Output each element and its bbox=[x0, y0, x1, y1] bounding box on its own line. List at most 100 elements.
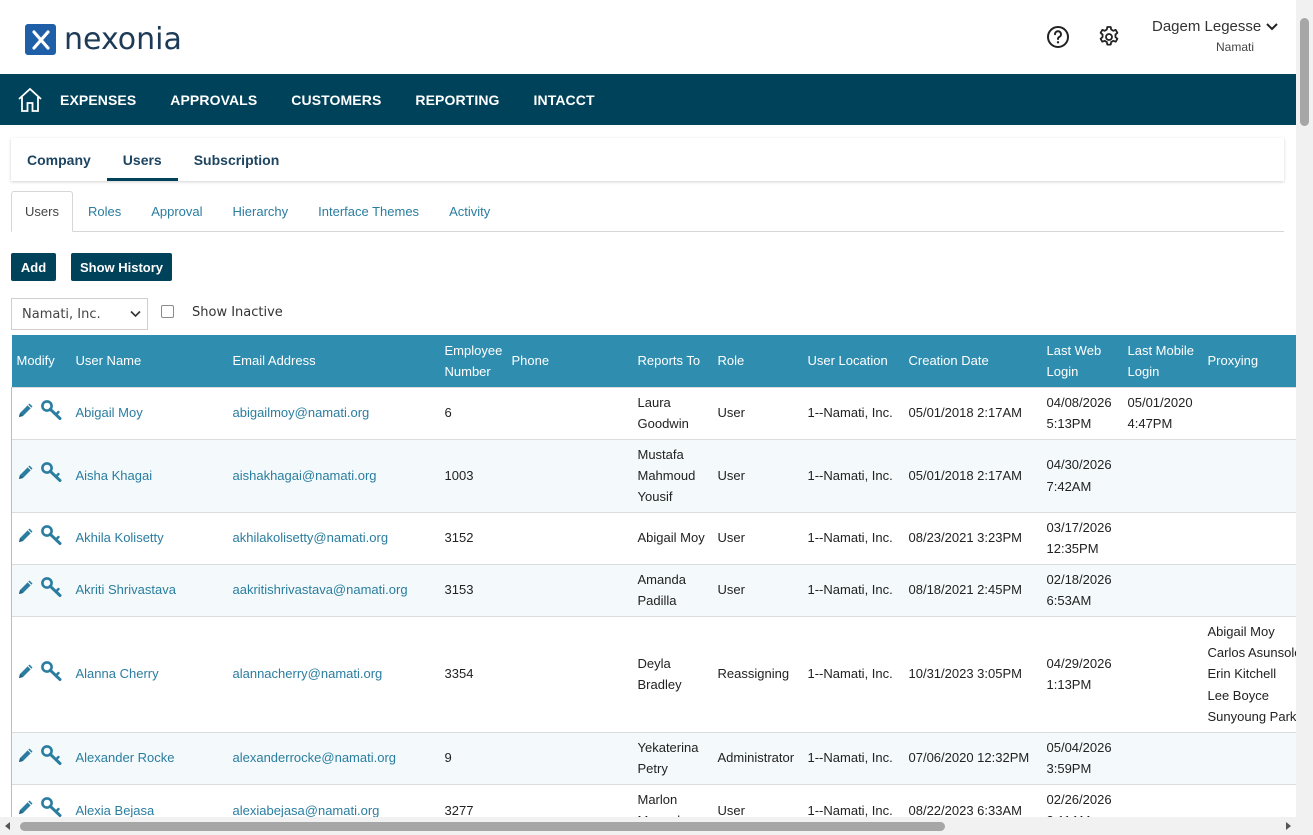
user-name-link[interactable]: Akhila Kolisetty bbox=[70, 511, 228, 564]
col-proxying[interactable]: Proxying bbox=[1203, 335, 1297, 387]
col-last-mobile-login[interactable]: Last Mobile Login bbox=[1123, 335, 1203, 387]
nav-customers[interactable]: CUSTOMERS bbox=[291, 92, 381, 108]
user-name-link[interactable]: Abigail Moy bbox=[70, 386, 228, 439]
col-user-location[interactable]: User Location bbox=[803, 335, 904, 387]
scroll-left-arrow-icon[interactable] bbox=[4, 822, 12, 830]
edit-pencil-icon[interactable] bbox=[17, 526, 35, 550]
last-mobile-login bbox=[1122, 615, 1203, 732]
edit-pencil-icon[interactable] bbox=[17, 578, 35, 602]
subtab-activity[interactable]: Activity bbox=[434, 191, 505, 231]
edit-pencil-icon[interactable] bbox=[17, 401, 35, 425]
col-role[interactable]: Role bbox=[713, 335, 803, 387]
nexonia-logo[interactable]: nexonia bbox=[25, 22, 182, 57]
user-name-link[interactable]: Alexia Bejasa bbox=[70, 783, 228, 817]
email-link[interactable]: akhilakolisetty@namati.org bbox=[227, 511, 440, 564]
user-name-link[interactable]: Alexander Rocke bbox=[70, 731, 228, 784]
email-link[interactable]: aishakhagai@namati.org bbox=[227, 438, 440, 512]
edit-pencil-icon[interactable] bbox=[17, 746, 35, 770]
creation-date: 05/01/2018 2:17AM bbox=[903, 438, 1042, 512]
reports-to: Abigail Moy bbox=[632, 511, 713, 564]
show-inactive-checkbox[interactable] bbox=[161, 305, 174, 318]
main-nav: EXPENSES APPROVALS CUSTOMERS REPORTING I… bbox=[0, 74, 1296, 125]
key-icon[interactable] bbox=[41, 660, 63, 687]
show-history-button[interactable]: Show History bbox=[71, 253, 172, 281]
table-row: Alanna Cherry alannacherry@namati.org 3354… bbox=[11, 615, 1297, 732]
help-circle-icon[interactable] bbox=[1046, 25, 1070, 49]
subtab-roles[interactable]: Roles bbox=[73, 191, 136, 231]
edit-pencil-icon[interactable] bbox=[17, 798, 35, 817]
scroll-right-arrow-icon[interactable] bbox=[1284, 822, 1292, 830]
col-email-address[interactable]: Email Address bbox=[228, 335, 440, 387]
user-name-link[interactable]: Akriti Shrivastava bbox=[70, 563, 228, 616]
col-reports-to[interactable]: Reports To bbox=[633, 335, 713, 387]
vertical-scroll-thumb[interactable] bbox=[1300, 18, 1309, 126]
edit-pencil-icon[interactable] bbox=[17, 463, 35, 487]
user-location: 1--Namati, Inc. bbox=[802, 783, 904, 817]
app-header: nexonia Dagem Legesse Namati bbox=[0, 0, 1296, 74]
nav-intacct[interactable]: INTACCT bbox=[534, 92, 595, 108]
creation-date: 08/23/2021 3:23PM bbox=[903, 511, 1042, 564]
tab-company[interactable]: Company bbox=[11, 138, 107, 181]
proxying-user: Carlos Asunsolo bbox=[1207, 645, 1297, 661]
reports-to: Laura Goodwin bbox=[632, 386, 713, 439]
user-name-link[interactable]: Alanna Cherry bbox=[70, 615, 228, 732]
email-link[interactable]: alexiabejasa@namati.org bbox=[227, 783, 440, 817]
key-icon[interactable] bbox=[41, 797, 63, 817]
key-icon[interactable] bbox=[41, 462, 63, 488]
nav-expenses[interactable]: EXPENSES bbox=[60, 92, 136, 108]
subtab-interface-themes[interactable]: Interface Themes bbox=[303, 191, 434, 231]
key-icon[interactable] bbox=[41, 524, 63, 551]
role: User bbox=[712, 386, 803, 439]
proxying-user: Sunyoung Park bbox=[1207, 708, 1297, 724]
tab-subscription[interactable]: Subscription bbox=[178, 138, 296, 181]
col-phone[interactable]: Phone bbox=[507, 335, 633, 387]
email-link[interactable]: aakritishrivastava@namati.org bbox=[227, 563, 440, 616]
col-last-web-login[interactable]: Last Web Login bbox=[1042, 335, 1123, 387]
modify-cell bbox=[11, 615, 71, 732]
last-web-login: 05/04/2026 3:59PM bbox=[1041, 731, 1123, 784]
role: User bbox=[712, 511, 803, 564]
table-row: Alexia Bejasa alexiabejasa@namati.org 3277… bbox=[11, 783, 1296, 817]
gear-icon[interactable] bbox=[1097, 25, 1121, 49]
edit-pencil-icon[interactable] bbox=[17, 662, 35, 686]
user-location: 1--Namati, Inc. bbox=[802, 731, 904, 784]
tab-users[interactable]: Users bbox=[106, 138, 178, 181]
col-user-name[interactable]: User Name bbox=[71, 335, 228, 387]
sub-tabs: Users Roles Approval Hierarchy Interface… bbox=[11, 191, 1284, 232]
user-location: 1--Namati, Inc. bbox=[802, 511, 904, 564]
subtab-hierarchy[interactable]: Hierarchy bbox=[218, 191, 304, 231]
home-icon[interactable] bbox=[0, 74, 60, 125]
vertical-scrollbar[interactable] bbox=[1296, 0, 1313, 817]
company-select[interactable]: Namati, Inc. bbox=[11, 298, 148, 330]
table-row: Akriti Shrivastava aakritishrivastava@nam… bbox=[11, 563, 1296, 616]
add-button[interactable]: Add bbox=[11, 253, 56, 281]
company-select-value: Namati, Inc. bbox=[22, 306, 101, 322]
chevron-down-icon bbox=[130, 310, 141, 318]
email-link[interactable]: alannacherry@namati.org bbox=[227, 615, 440, 732]
phone bbox=[506, 783, 633, 817]
user-menu[interactable]: Dagem Legesse Namati bbox=[1152, 18, 1282, 54]
last-web-login: 04/29/2026 1:13PM bbox=[1041, 615, 1123, 732]
email-link[interactable]: alexanderrocke@namati.org bbox=[227, 731, 440, 784]
horizontal-scrollbar[interactable] bbox=[0, 817, 1313, 835]
horizontal-scroll-thumb[interactable] bbox=[20, 822, 945, 831]
email-link[interactable]: abigailmoy@namati.org bbox=[227, 386, 440, 439]
nav-approvals[interactable]: APPROVALS bbox=[170, 92, 257, 108]
key-icon[interactable] bbox=[41, 399, 63, 426]
role: User bbox=[712, 783, 803, 817]
user-name-link[interactable]: Aisha Khagai bbox=[70, 438, 228, 512]
key-icon[interactable] bbox=[41, 744, 63, 771]
col-modify[interactable]: Modify bbox=[12, 335, 71, 387]
col-employee-number[interactable]: Employee Number bbox=[440, 335, 507, 387]
last-mobile-login bbox=[1122, 783, 1203, 817]
key-icon[interactable] bbox=[41, 576, 63, 603]
phone bbox=[506, 563, 633, 616]
proxying-user: Erin Kitchell bbox=[1207, 666, 1277, 682]
col-creation-date[interactable]: Creation Date bbox=[904, 335, 1042, 387]
subtab-users[interactable]: Users bbox=[11, 191, 73, 232]
subtab-approval[interactable]: Approval bbox=[136, 191, 217, 231]
creation-date: 10/31/2023 3:05PM bbox=[903, 615, 1042, 732]
modify-cell bbox=[11, 731, 71, 784]
role: Reassigning bbox=[712, 615, 803, 732]
nav-reporting[interactable]: REPORTING bbox=[415, 92, 499, 108]
